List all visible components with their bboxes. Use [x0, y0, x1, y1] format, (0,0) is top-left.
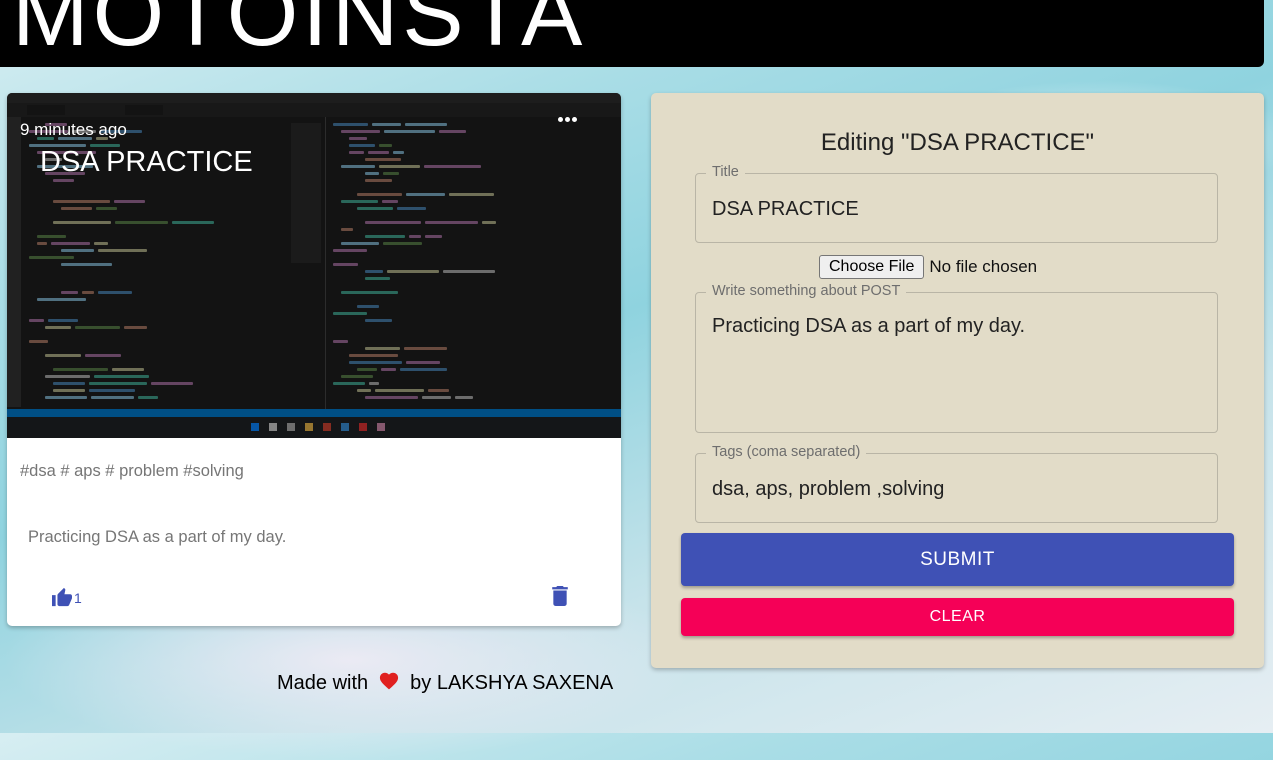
more-horiz-icon[interactable] [555, 111, 581, 127]
tags-label: Tags (coma separated) [706, 444, 867, 460]
thumb-up-icon [52, 587, 72, 607]
app-title[interactable]: MOTOINSTA [12, 0, 586, 67]
message-field[interactable]: Write something about POST Practicing DS… [695, 283, 1218, 433]
clear-button[interactable]: CLEAR [681, 598, 1234, 636]
title-input[interactable]: DSA PRACTICE [712, 198, 859, 221]
submit-button[interactable]: SUBMIT [681, 533, 1234, 586]
post-card: 9 minutes ago DSA PRACTICE #dsa # aps # … [7, 93, 621, 626]
message-label: Write something about POST [706, 283, 907, 299]
post-tags: #dsa # aps # problem #solving [20, 462, 244, 480]
message-input[interactable]: Practicing DSA as a part of my day. [712, 315, 1025, 338]
like-button[interactable]: 1 [51, 585, 82, 609]
like-count: 1 [74, 590, 82, 606]
tags-input[interactable]: dsa, aps, problem ,solving [712, 478, 944, 501]
footer-suffix: by LAKSHYA SAXENA [410, 671, 614, 694]
title-label: Title [706, 164, 745, 180]
tags-field[interactable]: Tags (coma separated) dsa, aps, problem … [695, 444, 1218, 523]
post-message: Practicing DSA as a part of my day. [28, 528, 287, 546]
heart-icon [378, 670, 400, 696]
delete-icon [552, 586, 568, 606]
form-heading: Editing "DSA PRACTICE" [820, 129, 1095, 156]
app-bar: MOTOINSTA [0, 0, 1264, 67]
footer-prefix: Made with [277, 671, 369, 694]
file-input: Choose File No file chosen [819, 255, 1037, 279]
post-title: DSA PRACTICE [40, 146, 253, 178]
file-status: No file chosen [929, 257, 1038, 276]
title-field[interactable]: Title DSA PRACTICE [695, 164, 1218, 243]
footer-credit: Made with by LAKSHYA SAXENA [277, 670, 613, 696]
post-time: 9 minutes ago [20, 120, 127, 139]
delete-button[interactable] [552, 586, 568, 608]
choose-file-button[interactable]: Choose File [819, 255, 925, 279]
edit-post-form: Editing "DSA PRACTICE" Title DSA PRACTIC… [651, 93, 1264, 668]
post-image: 9 minutes ago DSA PRACTICE [7, 93, 621, 438]
